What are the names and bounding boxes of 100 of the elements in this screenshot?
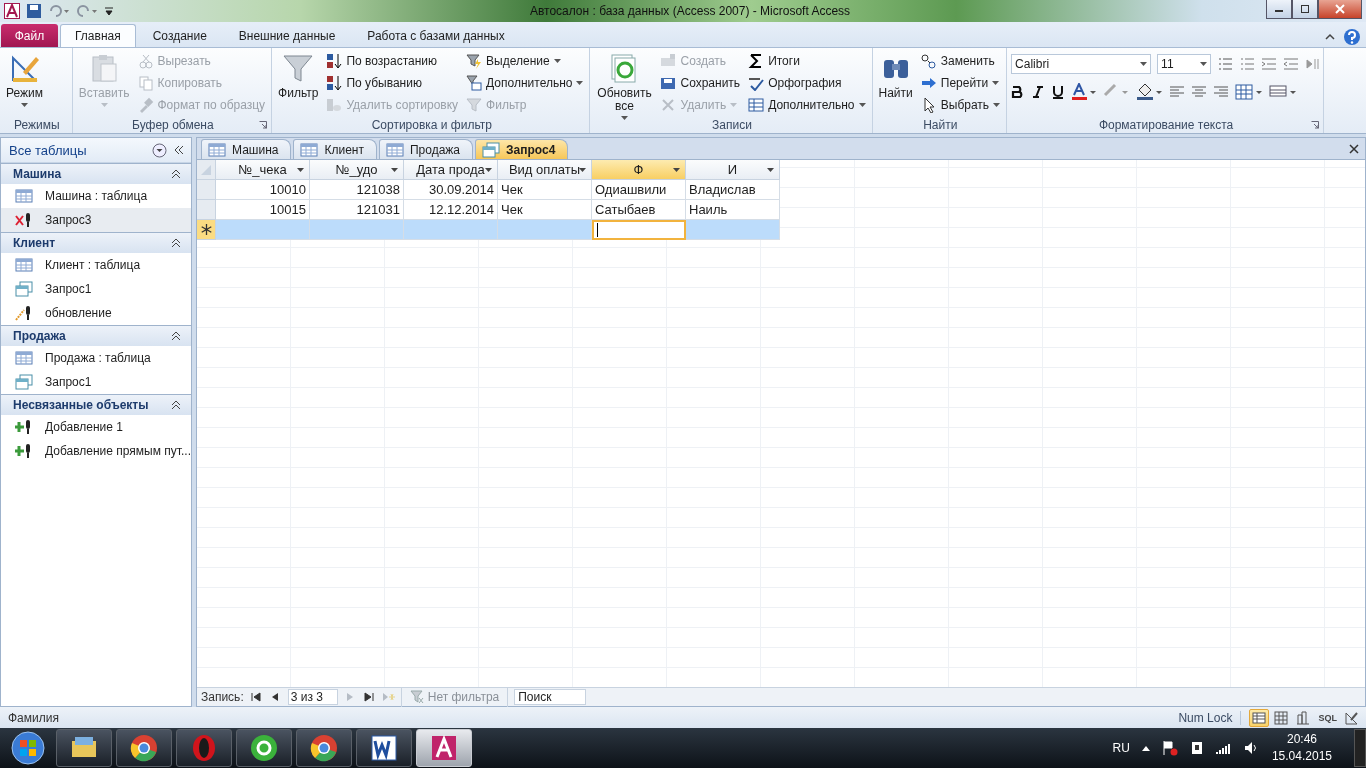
caret-icon[interactable]: [673, 168, 680, 172]
maximize-button[interactable]: [1292, 0, 1318, 19]
dialog-launcher-icon[interactable]: [259, 120, 268, 129]
app-logo-icon: [4, 3, 20, 19]
document-tab[interactable]: Машина: [201, 139, 292, 159]
ribbon-button[interactable]: Дополнительно: [746, 94, 868, 116]
navigation-item[interactable]: Запрос1: [1, 277, 191, 301]
table-cell: 10010: [216, 180, 310, 200]
view-button[interactable]: [1249, 708, 1270, 727]
font-size-dropdown[interactable]: 11: [1157, 54, 1212, 74]
navigation-item[interactable]: обновление: [1, 301, 191, 325]
chevron-up-icon: [171, 331, 181, 341]
table-icon: [15, 257, 33, 273]
italic-button[interactable]: [1031, 85, 1046, 99]
record-position-field[interactable]: 3 из 3: [287, 689, 338, 705]
table-icon: [15, 188, 33, 204]
group-label: Буфер обмена: [131, 117, 215, 132]
column-header[interactable]: №_чека: [216, 160, 310, 180]
group-label: Записи: [711, 117, 753, 132]
ribbon-button[interactable]: Сохранить: [658, 72, 743, 94]
record-nav-button[interactable]: [249, 691, 263, 703]
navigation-group-header[interactable]: Клиент: [1, 232, 191, 253]
column-header[interactable]: Дата прода: [404, 160, 498, 180]
ribbon-button[interactable]: Заменить: [918, 50, 1003, 72]
caret-icon[interactable]: [579, 168, 586, 172]
caret-icon[interactable]: [767, 168, 774, 172]
navigation-item[interactable]: Машина : таблица: [1, 184, 191, 208]
ribbon-button[interactable]: Фильтр: [276, 50, 321, 102]
ribbon-tab[interactable]: Файл: [1, 24, 58, 47]
view-button[interactable]: SQL: [1315, 708, 1340, 727]
column-header[interactable]: Ф: [592, 160, 686, 180]
database-app-icon: [429, 733, 459, 763]
funnel-icon: [409, 690, 424, 704]
sort-ascending-icon: [326, 53, 343, 69]
close-button[interactable]: [1318, 0, 1362, 19]
scissors-icon: [137, 53, 154, 69]
caret-icon[interactable]: [297, 168, 304, 172]
ribbon-button[interactable]: Найти: [876, 50, 915, 102]
navigation-group-header[interactable]: Продажа: [1, 325, 191, 346]
ribbon-button[interactable]: Дополнительно: [464, 72, 586, 94]
taskbar-app-button[interactable]: [296, 729, 352, 767]
navigation-item[interactable]: Добавление прямым пут...: [1, 439, 191, 463]
search-field[interactable]: Поиск: [514, 689, 587, 705]
asterisk-icon: [200, 224, 212, 235]
caret-icon[interactable]: [391, 168, 398, 172]
funnel-icon: [282, 52, 315, 84]
undo-icon: [48, 3, 70, 19]
navigation-item[interactable]: Клиент : таблица: [1, 253, 191, 277]
align-right-icon: [1213, 84, 1230, 100]
chevron-up-icon: [171, 238, 181, 248]
document-tab[interactable]: Клиент: [293, 139, 377, 159]
navigation-item[interactable]: Запрос3: [1, 208, 191, 232]
indent-icon: [1261, 56, 1278, 72]
ribbon-button[interactable]: Перейти: [918, 72, 1003, 94]
navigation-group-header[interactable]: Несвязанные объекты: [1, 394, 191, 415]
ribbon-button[interactable]: Обновить все: [594, 50, 655, 122]
taskbar-app-button[interactable]: [116, 729, 172, 767]
sort-descending-icon: [326, 75, 343, 91]
taskbar-app-button[interactable]: [56, 729, 112, 767]
font-color-icon: [1071, 83, 1098, 101]
ribbon-tab[interactable]: Работа с базами данных: [352, 24, 520, 47]
ribbon-button[interactable]: Выбрать: [918, 94, 1003, 116]
ribbon-button[interactable]: По возрастанию: [324, 50, 461, 72]
column-header[interactable]: И: [686, 160, 780, 180]
column-header[interactable]: Вид оплаты: [498, 160, 592, 180]
navigation-item[interactable]: Запрос1: [1, 370, 191, 394]
caret-icon[interactable]: [485, 168, 492, 172]
column-header[interactable]: №_удо: [310, 160, 404, 180]
font-dropdown[interactable]: Calibri: [1011, 54, 1152, 74]
ribbon-button[interactable]: Выделение: [464, 50, 586, 72]
document-tab[interactable]: Продажа: [378, 139, 474, 159]
language-indicator[interactable]: RU: [1112, 741, 1130, 755]
gridlines-icon: [1235, 84, 1264, 100]
dialog-launcher-icon[interactable]: [1311, 120, 1320, 129]
record-nav-button[interactable]: [362, 691, 376, 703]
help-icon: [1342, 27, 1362, 47]
first-record-icon: [249, 691, 263, 703]
ribbon-tab[interactable]: Внешние данные: [223, 24, 351, 47]
underline-button[interactable]: [1051, 85, 1066, 99]
ribbon-button[interactable]: Орфография: [746, 72, 868, 94]
ribbon-button[interactable]: Итоги: [746, 50, 868, 72]
clock-time: 20:46: [1286, 731, 1317, 748]
table-cell: Наиль: [686, 200, 780, 220]
ribbon-button[interactable]: По убыванию: [324, 72, 461, 94]
navigation-group-header[interactable]: Машина: [1, 163, 191, 184]
query-icon: [15, 281, 33, 297]
status-text: Фамилия: [8, 710, 60, 725]
minimize-button[interactable]: [1266, 0, 1292, 19]
navigation-item[interactable]: Добавление 1: [1, 415, 191, 439]
funnel-icon: [466, 97, 483, 113]
taskbar-app-button[interactable]: [356, 729, 412, 767]
active-cell-field[interactable]: [592, 220, 686, 240]
ribbon-tab[interactable]: Создание: [137, 24, 222, 47]
new-row-selector[interactable]: [197, 220, 216, 240]
document-tab[interactable]: Запрос4: [475, 139, 569, 159]
ribbon-button[interactable]: Режим: [4, 50, 45, 109]
taskbar-app-button[interactable]: [236, 729, 292, 767]
ribbon-tab[interactable]: Главная: [60, 24, 136, 47]
pencil-query-icon: [15, 305, 33, 321]
navigation-item[interactable]: Продажа : таблица: [1, 346, 191, 370]
